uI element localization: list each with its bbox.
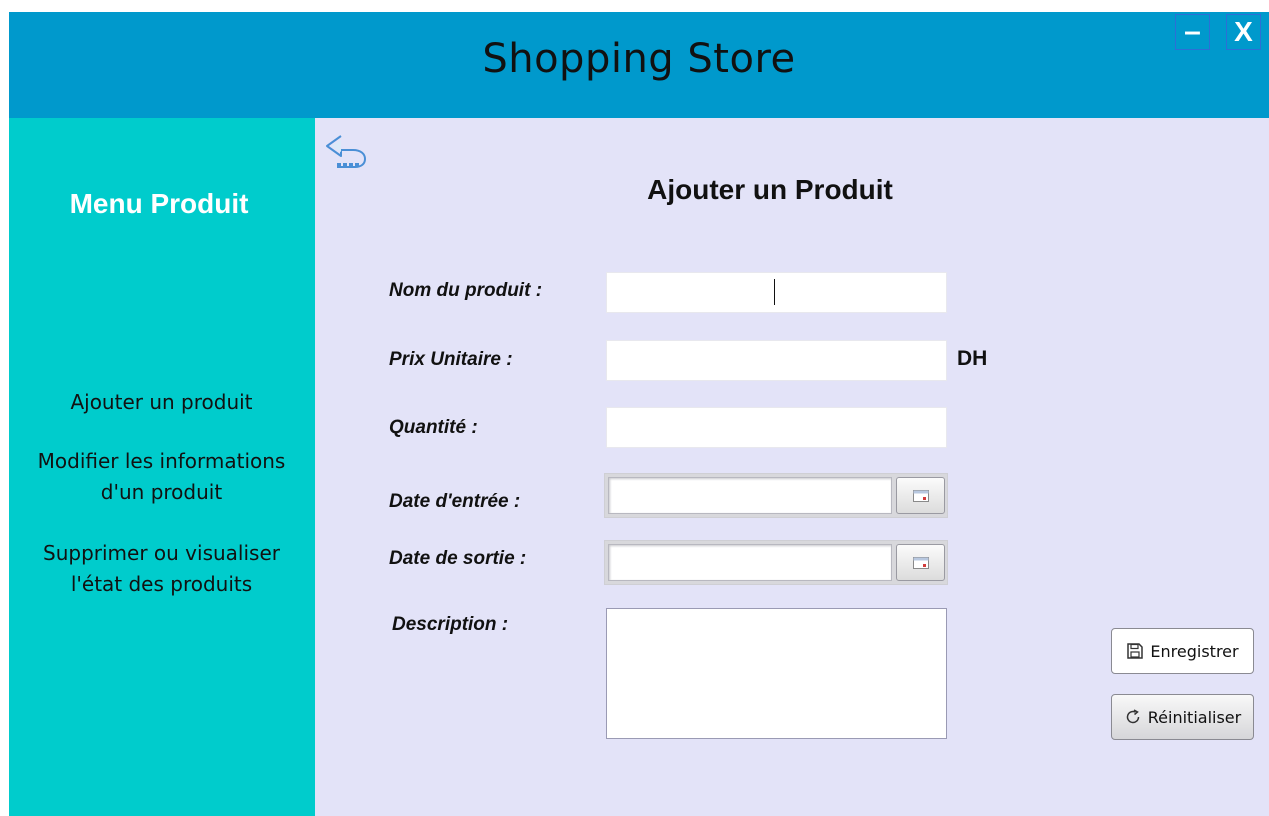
reset-button-label: Réinitialiser <box>1147 707 1242 727</box>
quantite-label: Quantité : <box>389 417 478 438</box>
save-button-label: Enregistrer <box>1150 641 1239 661</box>
sidebar-item-label: d'un produit <box>100 480 223 504</box>
prix-unitaire-input[interactable] <box>606 340 947 381</box>
back-button[interactable] <box>323 130 375 174</box>
minimize-button[interactable]: – <box>1175 14 1210 50</box>
sidebar: Menu Produit Ajouter un produit Modifier… <box>9 118 315 816</box>
nom-produit-label: Nom du produit : <box>389 280 543 301</box>
sidebar-item-modifier-produit[interactable]: Modifier les informations d'un produit <box>19 446 304 508</box>
nom-produit-input[interactable] <box>606 272 947 313</box>
description-label: Description : <box>392 614 509 635</box>
sidebar-item-label: Ajouter un produit <box>70 390 253 414</box>
sidebar-item-supprimer-produit[interactable]: Supprimer ou visualiser l'état des produ… <box>19 538 304 600</box>
close-icon: X <box>1234 16 1253 47</box>
date-sortie-input[interactable] <box>608 544 892 581</box>
date-entree-input[interactable] <box>608 477 892 514</box>
app-title: Shopping Store <box>482 36 796 82</box>
calendar-icon <box>912 489 929 502</box>
minimize-icon: – <box>1184 15 1201 48</box>
date-entree-calendar-button[interactable] <box>896 477 945 514</box>
sidebar-title: Menu Produit <box>69 188 249 219</box>
currency-unit: DH <box>957 347 988 370</box>
sidebar-item-label: l'état des produits <box>70 572 253 596</box>
back-arrow-icon <box>326 135 366 168</box>
date-entree-label: Date d'entrée : <box>389 491 521 512</box>
close-button[interactable]: X <box>1226 14 1261 50</box>
save-button[interactable]: Enregistrer <box>1111 628 1254 674</box>
sidebar-item-ajouter-produit[interactable]: Ajouter un produit <box>19 387 304 418</box>
floppy-disk-icon <box>1126 642 1144 660</box>
main-panel: Ajouter un Produit Nom du produit : Prix… <box>315 118 1269 816</box>
app-window: Shopping Store – X Menu Produit Ajouter … <box>9 12 1269 816</box>
sidebar-item-label: Modifier les informations <box>37 449 286 473</box>
reset-button[interactable]: Réinitialiser <box>1111 694 1254 740</box>
text-caret <box>774 279 775 305</box>
date-sortie-calendar-button[interactable] <box>896 544 945 581</box>
date-entree-picker <box>604 473 948 518</box>
header-bar: Shopping Store – X <box>9 12 1269 118</box>
sidebar-item-label: Supprimer ou visualiser <box>43 541 280 565</box>
description-textarea[interactable] <box>606 608 947 739</box>
calendar-icon <box>912 556 929 569</box>
date-sortie-picker <box>604 540 948 585</box>
prix-unitaire-label: Prix Unitaire : <box>389 349 513 370</box>
quantite-input[interactable] <box>606 407 947 448</box>
refresh-icon <box>1124 708 1142 726</box>
form-title: Ajouter un Produit <box>647 174 893 205</box>
date-sortie-label: Date de sortie : <box>389 548 527 569</box>
